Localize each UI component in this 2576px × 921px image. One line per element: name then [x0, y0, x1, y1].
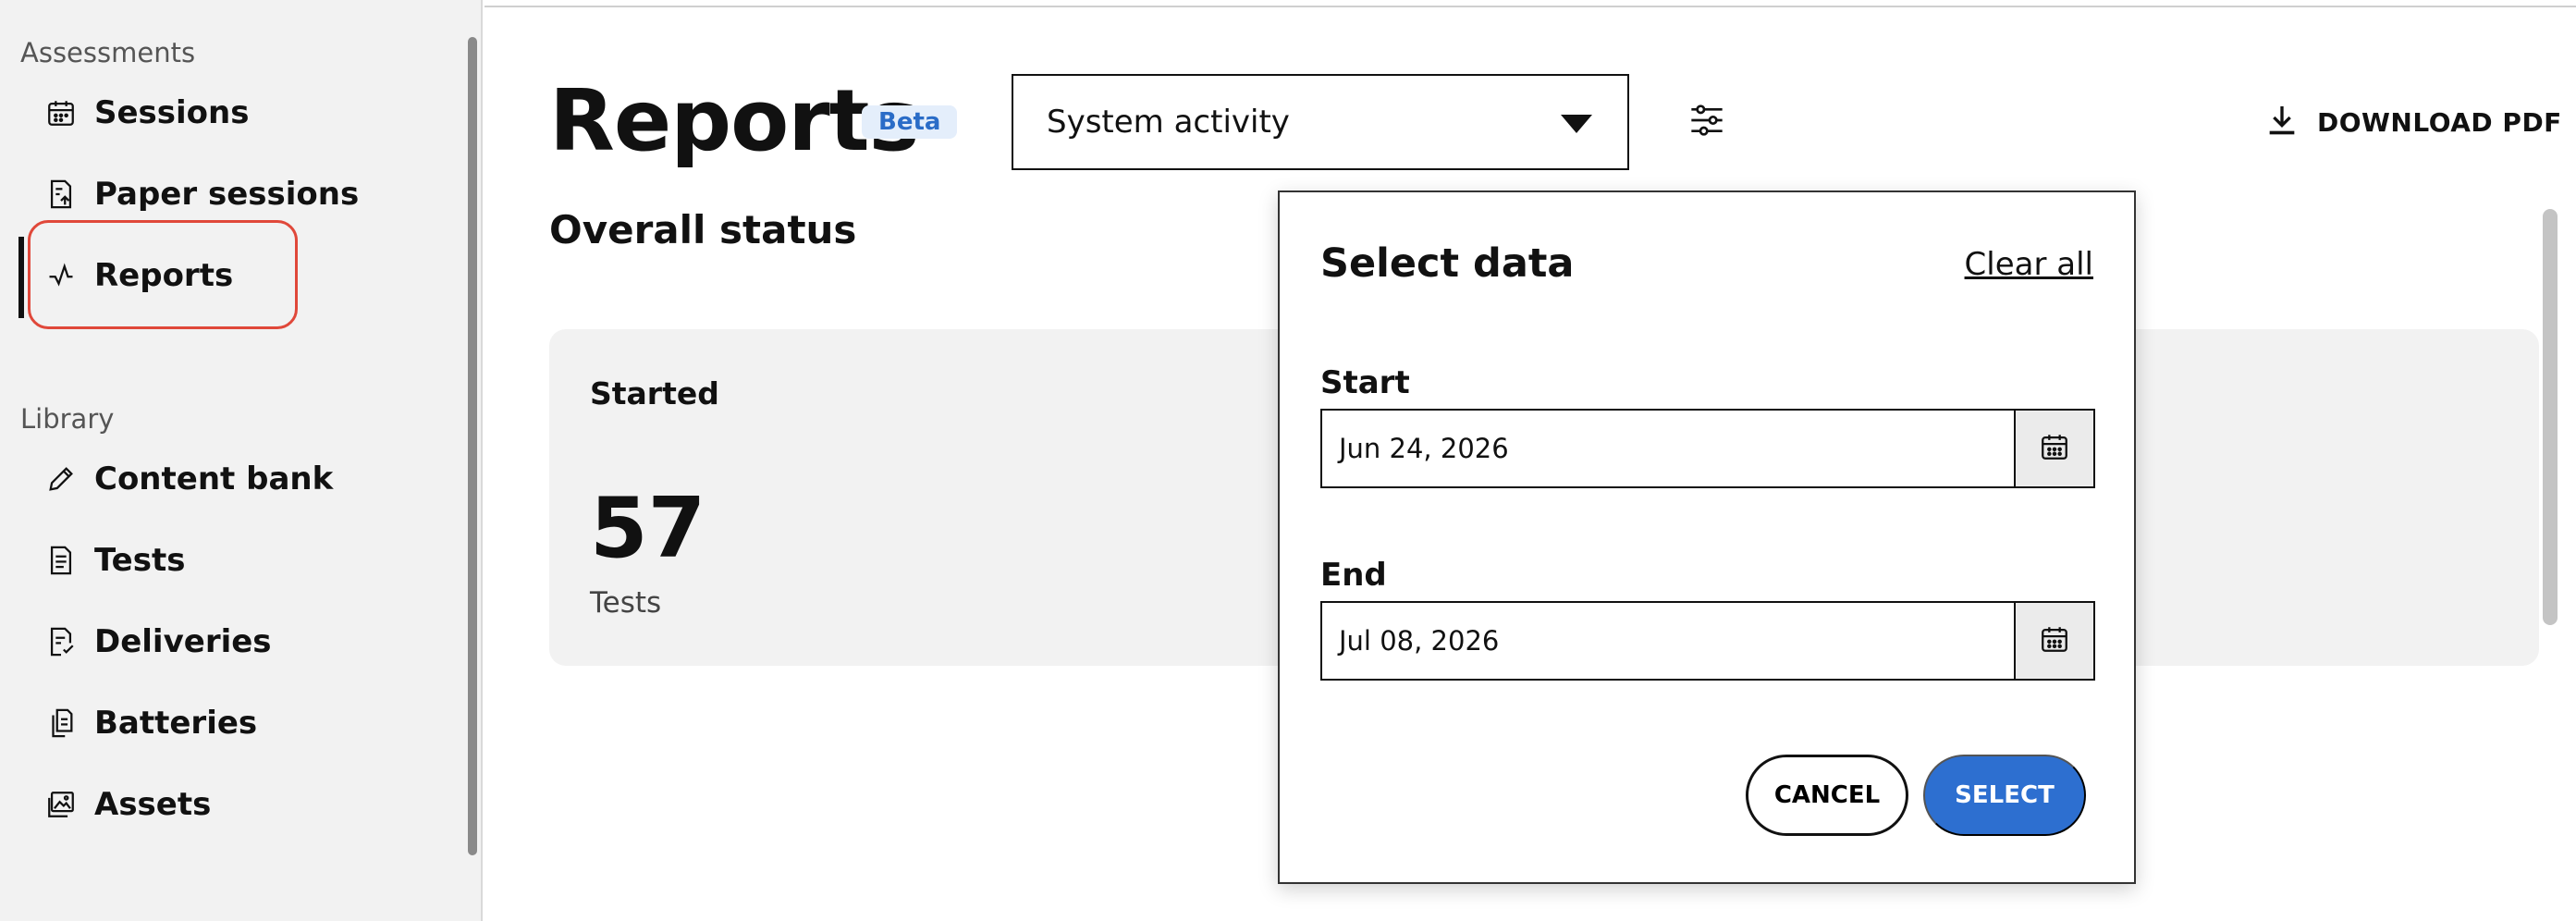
sidebar-item-assets[interactable]: Assets: [20, 777, 455, 832]
sidebar-item-batteries[interactable]: Batteries: [20, 695, 455, 751]
end-calendar-button[interactable]: [2014, 603, 2093, 679]
start-calendar-button[interactable]: [2014, 411, 2093, 486]
download-icon: [2263, 102, 2300, 142]
pencil-icon: [43, 460, 80, 497]
card-title: Started: [590, 375, 719, 411]
report-type-select[interactable]: System activity: [1012, 74, 1629, 170]
top-divider: [485, 0, 2576, 7]
beta-badge: Beta: [862, 105, 958, 139]
calendar-icon: [2039, 623, 2070, 658]
start-date-input[interactable]: Jun 24, 2026: [1322, 411, 2014, 486]
sidebar-item-label: Assets: [94, 786, 212, 823]
image-icon: [43, 786, 80, 823]
documents-icon: [43, 705, 80, 742]
popover-title: Select data: [1320, 240, 1575, 287]
sidebar-item-label: Sessions: [94, 94, 250, 131]
end-date-field[interactable]: Jul 08, 2026: [1320, 601, 2095, 681]
main-scrollbar[interactable]: [2543, 209, 2558, 625]
sidebar-item-tests[interactable]: Tests: [20, 533, 455, 588]
calendar-icon: [2039, 431, 2070, 466]
document-check-icon: [43, 623, 80, 660]
cancel-button[interactable]: CANCEL: [1746, 755, 1908, 836]
filter-button[interactable]: [1683, 98, 1731, 146]
download-pdf-button[interactable]: DOWNLOAD PDF: [2263, 98, 2562, 146]
sidebar-item-label: Deliveries: [94, 623, 272, 660]
sidebar-item-label: Content bank: [94, 460, 334, 497]
section-label-library: Library: [20, 403, 115, 435]
card-value: 57: [590, 480, 706, 577]
sidebar-scrollbar[interactable]: [468, 37, 477, 855]
card-unit: Tests: [590, 586, 662, 620]
date-range-popover: Select data Clear all Start Jun 24, 2026…: [1278, 190, 2136, 884]
end-label: End: [1320, 557, 1387, 594]
sidebar-item-label: Batteries: [94, 705, 258, 742]
sidebar: Assessments Sessions Paper sessions Repo…: [0, 0, 483, 921]
download-pdf-label: DOWNLOAD PDF: [2317, 106, 2562, 138]
activity-icon: [43, 257, 80, 294]
sliders-icon: [1688, 102, 1725, 142]
document-icon: [43, 542, 80, 579]
calendar-icon: [43, 94, 80, 131]
end-date-input[interactable]: Jul 08, 2026: [1322, 603, 2014, 679]
paper-upload-icon: [43, 176, 80, 213]
clear-all-link[interactable]: Clear all: [1965, 246, 2093, 283]
chevron-down-icon: [1561, 115, 1592, 133]
section-title: Overall status: [549, 207, 857, 252]
sidebar-item-label: Reports: [94, 257, 234, 294]
sidebar-item-reports[interactable]: Reports: [20, 248, 455, 303]
sidebar-item-sessions[interactable]: Sessions: [20, 85, 455, 141]
sidebar-item-paper-sessions[interactable]: Paper sessions: [20, 166, 455, 222]
sidebar-item-deliveries[interactable]: Deliveries: [20, 614, 455, 669]
start-label: Start: [1320, 364, 1410, 401]
sidebar-item-label: Paper sessions: [94, 176, 360, 213]
start-date-field[interactable]: Jun 24, 2026: [1320, 409, 2095, 488]
section-label-assessments: Assessments: [20, 37, 196, 68]
report-type-value: System activity: [1047, 104, 1290, 141]
sidebar-item-content-bank[interactable]: Content bank: [20, 451, 455, 507]
select-button[interactable]: SELECT: [1923, 755, 2086, 836]
sidebar-item-label: Tests: [94, 542, 186, 579]
